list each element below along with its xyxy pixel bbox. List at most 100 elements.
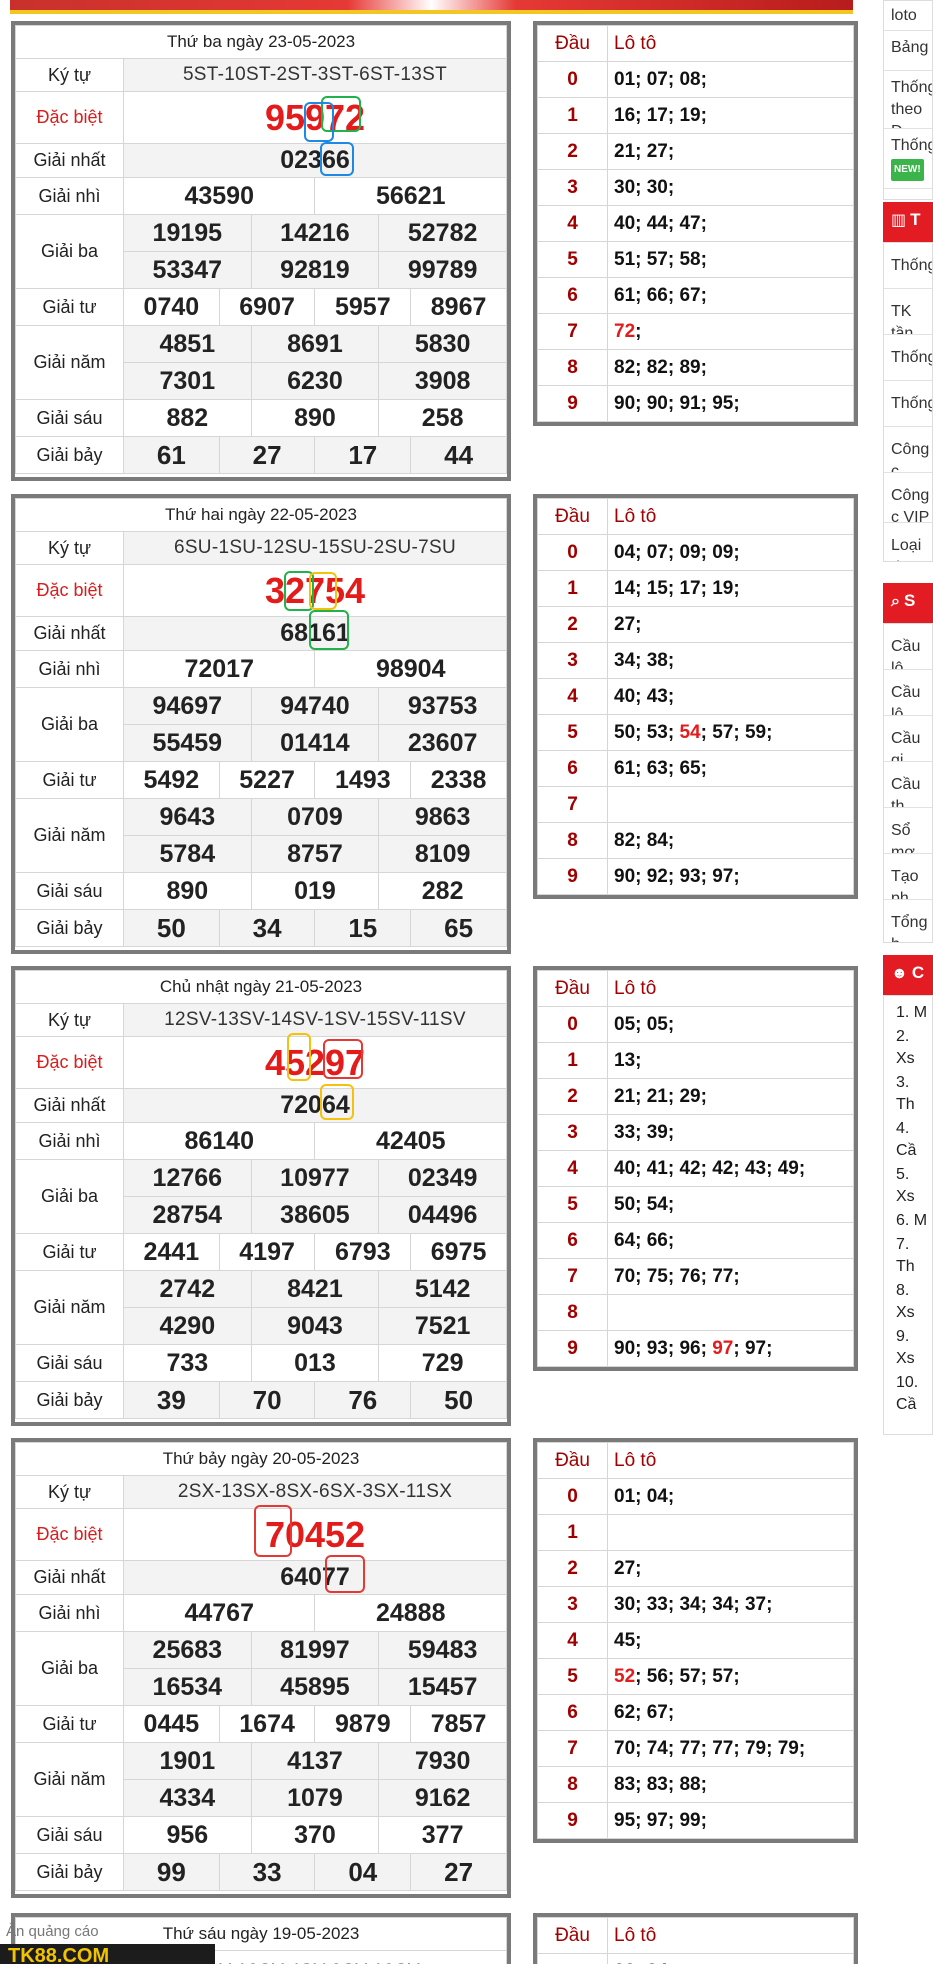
- sidebar-article-link[interactable]: 7. Th 23: [884, 1234, 932, 1280]
- loto-dau: 1: [537, 97, 608, 134]
- loto-table: Đầu Lô tô 0 01; 04; 1 2 27; 3 30; 33; 34; 34; 37…: [533, 1438, 858, 1843]
- second-prize-number: 24888: [314, 1594, 507, 1632]
- fifth-prize-number: 8421: [250, 1270, 380, 1308]
- sidebar-article-link[interactable]: 5. Xs cầ: [884, 1164, 932, 1210]
- sidebar-link[interactable]: Sổ mơ: [884, 808, 932, 854]
- fifth-prize-number: 8691: [250, 325, 380, 363]
- label-fourth: Giải tư: [15, 1705, 124, 1743]
- sidebar-link[interactable]: Bảng đ: [884, 31, 932, 71]
- sidebar-link[interactable]: Cầu lô: [884, 624, 932, 670]
- loto-dau: 3: [537, 642, 608, 679]
- sidebar-article-link[interactable]: 9. Xs đầ: [884, 1326, 932, 1372]
- loto-values: 40; 41; 42; 42; 43; 49;: [607, 1150, 854, 1187]
- sixth-prize-number: 370: [250, 1816, 380, 1854]
- loto-dau: 2: [537, 1550, 608, 1587]
- loto-values: 82; 82; 89;: [607, 349, 854, 386]
- sidebar-article-link[interactable]: 1. M: [884, 1002, 932, 1026]
- sidebar-link[interactable]: Thống NEW!: [884, 129, 932, 189]
- label-third: Giải ba: [15, 1159, 124, 1234]
- draw-date-title: Thứ ba ngày 23-05-2023: [15, 25, 507, 59]
- loto-values: 13;: [607, 1042, 854, 1079]
- sidebar-link[interactable]: loto: [884, 1, 932, 31]
- sixth-prize-number: 890: [250, 399, 380, 437]
- third-prize-number: 04496: [378, 1196, 507, 1234]
- sidebar-link[interactable]: Thống: [884, 381, 932, 427]
- loto-values: 90; 93; 96; 97; 97;: [607, 1330, 854, 1367]
- label-fifth: Giải năm: [15, 325, 124, 400]
- loto-head-dau: Đầu: [537, 498, 608, 535]
- loto-values: 52; 56; 57; 57;: [607, 1658, 854, 1695]
- ad-logo[interactable]: TK88.COM: [0, 1944, 215, 1964]
- loto-values: 01; 07; 08;: [607, 61, 854, 98]
- sidebar-link[interactable]: Cầu th: [884, 762, 932, 808]
- loto-dau: 6: [537, 1694, 608, 1731]
- sidebar-link[interactable]: Thống: [884, 335, 932, 381]
- seventh-prize-number: 44: [410, 436, 507, 474]
- loto-dau: 9: [537, 385, 608, 422]
- label-fifth: Giải năm: [15, 1270, 124, 1345]
- loto-values: 21; 21; 29;: [607, 1078, 854, 1115]
- second-prize-number: 42405: [314, 1122, 507, 1160]
- seventh-prize-number: 70: [218, 1381, 316, 1419]
- loto-head-dau: Đầu: [537, 1917, 608, 1954]
- loto-head-dau: Đầu: [537, 1442, 608, 1479]
- draw-code: 12SV-13SV-14SV-1SV-15SV-11SV: [123, 1003, 507, 1037]
- sidebar-article-link[interactable]: 3. Th 24: [884, 1072, 932, 1118]
- sidebar-article-link[interactable]: 2. Xs kh: [884, 1026, 932, 1072]
- search-icon: ⌕: [891, 593, 900, 610]
- sidebar-article-link[interactable]: 10. Cầ 23: [884, 1372, 932, 1418]
- loto-dau: 0: [537, 1478, 608, 1515]
- seventh-prize-number: 99: [123, 1853, 220, 1891]
- new-badge: NEW!: [891, 159, 924, 181]
- loto-dau: 7: [537, 786, 608, 823]
- sidebar-link[interactable]: Cầu gi: [884, 716, 932, 762]
- sidebar-link[interactable]: Tạo ph: [884, 854, 932, 900]
- sidebar-link[interactable]: Công c VIP: [884, 473, 932, 523]
- special-prize-number: 45297: [123, 1036, 507, 1089]
- seventh-prize-number: 27: [218, 436, 316, 474]
- sidebar-link[interactable]: TK tần: [884, 289, 932, 335]
- loto-values: 33; 39;: [607, 1114, 854, 1151]
- bar-chart-icon: ▥: [891, 212, 907, 229]
- sidebar-article-link[interactable]: 6. M: [884, 1210, 932, 1234]
- sidebar-link[interactable]: Thống theo Đ: [884, 71, 932, 129]
- label-second: Giải nhì: [15, 1594, 124, 1632]
- fifth-prize-number: 7930: [378, 1742, 507, 1780]
- third-prize-number: 16534: [123, 1668, 252, 1706]
- loto-values: 82; 84;: [607, 822, 854, 859]
- label-second: Giải nhì: [15, 650, 124, 688]
- label-second: Giải nhì: [15, 1122, 124, 1160]
- loto-values: 40; 43;: [607, 678, 854, 715]
- loto-dau: 8: [537, 349, 608, 386]
- label-seventh: Giải bảy: [15, 1381, 124, 1419]
- label-fourth: Giải tư: [15, 288, 124, 326]
- loto-dau: 3: [537, 169, 608, 206]
- loto-dau: 2: [537, 1078, 608, 1115]
- loto-values: 27;: [607, 606, 854, 643]
- sidebar-link[interactable]: Thống: [884, 243, 932, 289]
- sidebar-article-link[interactable]: 4. Cầ 24: [884, 1118, 932, 1164]
- sidebar-link[interactable]: Tổng h: [884, 900, 932, 942]
- sidebar-link[interactable]: Công c: [884, 427, 932, 473]
- fourth-prize-number: 7857: [410, 1705, 507, 1743]
- sixth-prize-number: 956: [123, 1816, 252, 1854]
- sidebar-article-link[interactable]: 8. Xs tà: [884, 1280, 932, 1326]
- loto-values: 14; 15; 17; 19;: [607, 570, 854, 607]
- loto-values: 45;: [607, 1622, 854, 1659]
- seventh-prize-number: 15: [314, 909, 412, 947]
- label-special: Đặc biệt: [15, 1508, 124, 1561]
- label-seventh: Giải bảy: [15, 436, 124, 474]
- sidebar-link[interactable]: Cầu lô: [884, 670, 932, 716]
- sixth-prize-number: 019: [250, 872, 380, 910]
- loto-table: Đầu Lô tô 0 05; 05; 1 13; 2 21; 21; 29; 3 33; 39;…: [533, 966, 858, 1371]
- label-code: Ký tự: [15, 1003, 124, 1037]
- loto-dau: 4: [537, 1150, 608, 1187]
- fifth-prize-number: 1901: [123, 1742, 252, 1780]
- loto-dau: 9: [537, 1330, 608, 1367]
- loto-values: 27;: [607, 1550, 854, 1587]
- fifth-prize-number: 7521: [378, 1307, 507, 1345]
- loto-values: 70; 74; 77; 77; 79; 79;: [607, 1730, 854, 1767]
- sidebar-link[interactable]: Loại đ: [884, 523, 932, 561]
- loto-dau: 7: [537, 1730, 608, 1767]
- top-banner-ad[interactable]: [10, 0, 853, 14]
